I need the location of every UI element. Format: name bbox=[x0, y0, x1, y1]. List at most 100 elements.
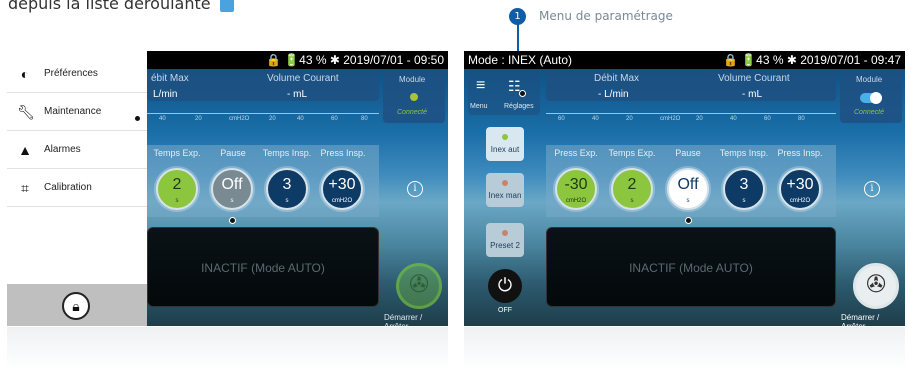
module-indicator bbox=[410, 93, 418, 101]
flow-volume-card: ébit Max Volume Courant L/min - mL bbox=[147, 71, 379, 101]
scale-tick: cmH2O bbox=[660, 116, 681, 122]
drawer-item-maintenance[interactable]: 🔧︎ Maintenance bbox=[7, 93, 147, 131]
temps-exp-dial[interactable]: 2 s bbox=[611, 168, 653, 210]
dial-unit: s bbox=[742, 198, 746, 204]
dial-unit: s bbox=[630, 198, 634, 204]
scale-tick: 20 bbox=[269, 116, 276, 122]
crop-icon: ⌗ bbox=[21, 180, 29, 196]
drawer-item-label: Maintenance bbox=[44, 106, 102, 117]
right-reflection bbox=[464, 327, 905, 370]
dial-unit: cmH2O bbox=[789, 198, 811, 204]
temps-insp-dial[interactable]: 3 s bbox=[266, 168, 308, 210]
wrench-icon: 🔧︎ bbox=[17, 104, 35, 120]
inex-aut-button[interactable]: Inex aut bbox=[486, 127, 524, 161]
dial-value: 2 bbox=[172, 176, 182, 193]
left-screen: 🔒 🔋43 % ✱ 2019/07/01 - 09:50 ébit Max Vo… bbox=[7, 51, 448, 326]
left-reflection bbox=[7, 327, 448, 370]
scale-tick: 60 bbox=[331, 116, 338, 122]
module-panel: Module Connecté bbox=[840, 71, 902, 123]
pause-dial[interactable]: Off s bbox=[667, 168, 709, 210]
drawer-item-preferences[interactable]: ◐ Préférences bbox=[7, 55, 147, 93]
info-icon[interactable]: i bbox=[407, 181, 423, 197]
dial-value: 2 bbox=[627, 176, 637, 193]
preset-2-button[interactable]: Preset 2 bbox=[486, 223, 524, 257]
temps-exp-dial[interactable]: 2 s bbox=[156, 168, 198, 210]
scale-tick: 20 bbox=[696, 116, 703, 122]
right-screen: Mode : INEX (Auto) 🔒 🔋43 % ✱ 2019/07/01 … bbox=[464, 51, 905, 326]
scale-tick: 20 bbox=[195, 116, 202, 122]
status-dot bbox=[502, 230, 508, 236]
status-text: 🔒 🔋43 % ✱ 2019/07/01 - 09:50 bbox=[265, 53, 444, 67]
drawer-item-alarmes[interactable]: ▲ Alarmes bbox=[7, 131, 147, 169]
press-insp-dial[interactable]: +30 cmH2O bbox=[779, 168, 821, 210]
drawer-item-label: Préférences bbox=[44, 68, 98, 79]
info-icon[interactable]: i bbox=[864, 181, 880, 197]
debit-value: L/min bbox=[153, 89, 178, 100]
lock-icon bbox=[685, 217, 692, 224]
off-label: OFF bbox=[498, 307, 512, 314]
dial-unit: cmH2O bbox=[331, 198, 353, 204]
scale-tick: 40 bbox=[592, 116, 599, 122]
scale-tick: cmH2O bbox=[229, 116, 250, 122]
callout-label: Menu de paramétrage bbox=[539, 9, 673, 23]
scale-tick: 40 bbox=[730, 116, 737, 122]
inactif-panel: INACTIF (Mode AUTO) bbox=[546, 227, 836, 307]
dropdown-icon bbox=[219, 0, 234, 12]
lock-icon bbox=[519, 90, 526, 97]
temps-insp-dial[interactable]: 3 s bbox=[723, 168, 765, 210]
flow-volume-card: Débit Max Volume Courant - L/min - mL bbox=[546, 71, 836, 101]
side-button-label: Inex aut bbox=[490, 145, 520, 154]
reglages-label: Réglages bbox=[504, 103, 534, 110]
inactif-label: INACTIF (Mode AUTO) bbox=[629, 261, 753, 275]
settings-drawer: ◐ Préférences 🔧︎ Maintenance ▲ Alarmes ⌗… bbox=[7, 51, 147, 326]
fan-start-button[interactable]: ✇ bbox=[853, 263, 899, 309]
pause-dial[interactable]: Off s bbox=[211, 168, 253, 210]
debit-label: ébit Max bbox=[151, 73, 189, 84]
param-label: Press Insp. bbox=[320, 148, 366, 158]
param-label: Pause bbox=[675, 148, 701, 158]
press-insp-dial[interactable]: +30 cmH2O bbox=[321, 168, 363, 210]
scale-tick: 40 bbox=[297, 116, 304, 122]
demarrer-label: Démarrer / Arrêter bbox=[841, 313, 880, 326]
scale-tick: 40 bbox=[159, 116, 166, 122]
instruction-label: depuis la liste déroulante bbox=[8, 0, 211, 13]
inactif-label: INACTIF (Mode AUTO) bbox=[201, 261, 325, 275]
instruction-text: depuis la liste déroulante bbox=[8, 0, 234, 13]
scale-tick: 60 bbox=[764, 116, 771, 122]
scale-tick: 60 bbox=[558, 116, 565, 122]
debit-value: - L/min bbox=[598, 89, 629, 100]
dial-value: -30 bbox=[564, 176, 588, 193]
volume-value: - mL bbox=[742, 89, 762, 100]
inex-man-button[interactable]: Inex man bbox=[486, 173, 524, 207]
page: depuis la liste déroulante 1 Menu de par… bbox=[0, 0, 908, 370]
menu-icon[interactable]: ≡ bbox=[476, 77, 485, 95]
press-exp-dial[interactable]: -30 cmH2O bbox=[555, 168, 597, 210]
module-toggle[interactable] bbox=[860, 92, 882, 104]
drawer-footer: 🔒︎ bbox=[7, 284, 147, 326]
status-text: 🔒 🔋43 % ✱ 2019/07/01 - 09:47 bbox=[722, 53, 901, 67]
param-label: Temps Insp. bbox=[262, 148, 312, 158]
lock-button[interactable]: 🔒︎ bbox=[62, 292, 90, 320]
drawer-item-label: Calibration bbox=[44, 182, 92, 193]
module-label: Module bbox=[399, 75, 426, 84]
status-dot bbox=[502, 134, 508, 140]
power-button[interactable]: ⏻ bbox=[488, 269, 522, 303]
menu-label: Menu bbox=[470, 103, 488, 110]
volume-label: Volume Courant bbox=[718, 73, 790, 84]
status-dot bbox=[502, 180, 508, 186]
module-label: Module bbox=[856, 75, 883, 84]
fan-start-button[interactable]: ✇ bbox=[396, 263, 442, 309]
dial-value: +30 bbox=[786, 176, 814, 193]
dial-unit: s bbox=[686, 198, 690, 204]
drawer-item-calibration[interactable]: ⌗ Calibration bbox=[7, 169, 147, 207]
debit-label: Débit Max bbox=[594, 73, 640, 84]
dial-value: +30 bbox=[328, 176, 356, 193]
param-label: Press Insp. bbox=[777, 148, 823, 158]
side-button-label: Inex man bbox=[488, 191, 522, 200]
dial-value: Off bbox=[221, 176, 243, 193]
module-status: Connecté bbox=[397, 109, 427, 116]
param-label: Press Exp. bbox=[554, 148, 598, 158]
lock-icon bbox=[229, 217, 236, 224]
dial-unit: s bbox=[285, 198, 289, 204]
param-label: Temps Exp. bbox=[608, 148, 656, 158]
